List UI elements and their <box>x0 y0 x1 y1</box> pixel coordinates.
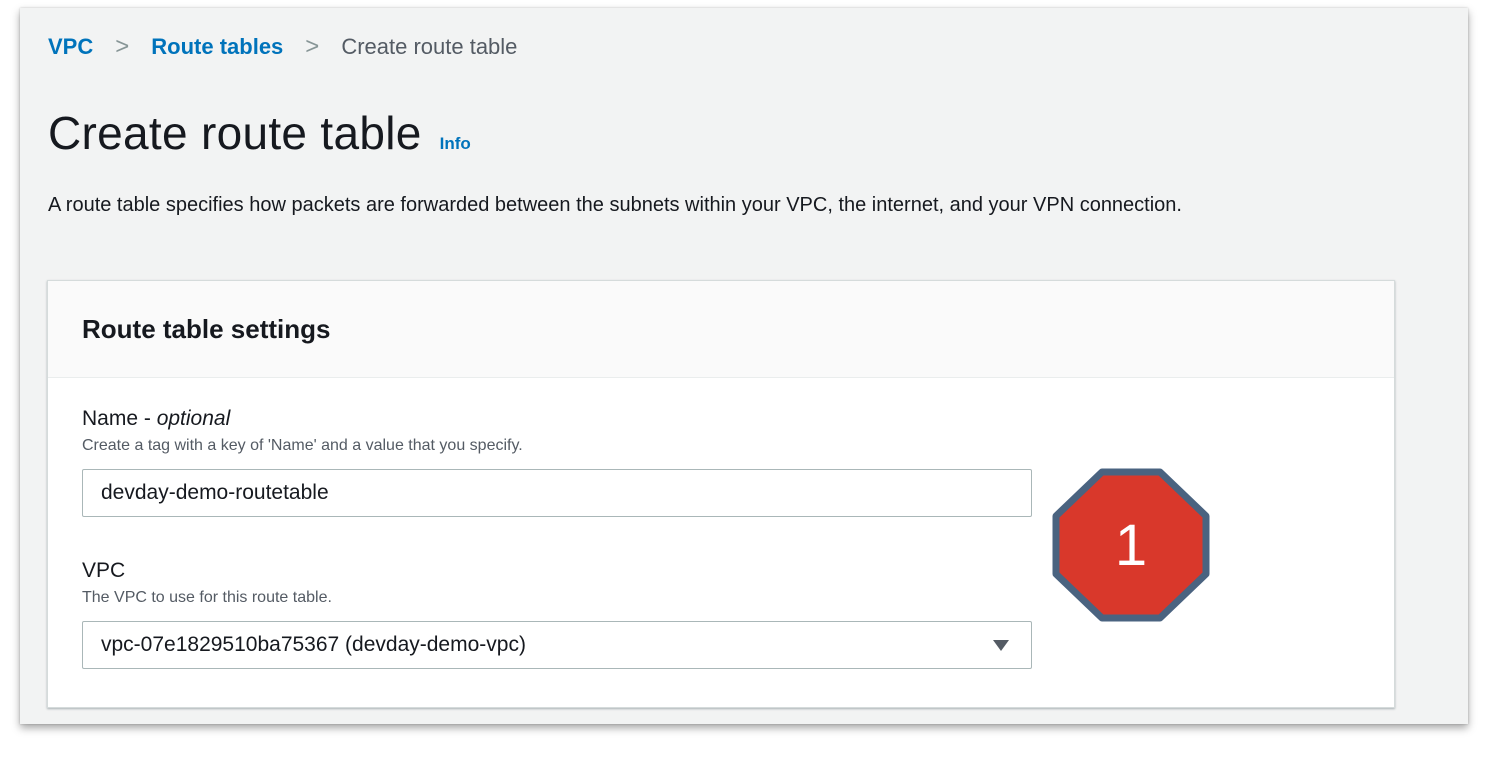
page-header: Create route table Info <box>48 106 471 160</box>
breadcrumb-route-tables-link[interactable]: Route tables <box>151 34 283 60</box>
name-field: Name - optional Create a tag with a key … <box>82 407 1032 517</box>
info-link[interactable]: Info <box>440 134 471 154</box>
name-field-description: Create a tag with a key of 'Name' and a … <box>82 437 523 454</box>
vpc-select-value: vpc-07e1829510ba75367 (devday-demo-vpc) <box>101 633 526 656</box>
page-title: Create route table <box>48 107 422 159</box>
panel-title: Route table settings <box>82 313 331 344</box>
name-field-label: Name - optional <box>82 407 1032 431</box>
step-number-badge: 1 <box>1050 468 1212 622</box>
vpc-select[interactable]: vpc-07e1829510ba75367 (devday-demo-vpc) <box>82 621 1032 669</box>
optional-label: optional <box>156 407 231 430</box>
breadcrumb-vpc-link[interactable]: VPC <box>48 34 93 60</box>
breadcrumb: VPC > Route tables > Create route table <box>48 34 517 60</box>
vpc-field-label: VPC <box>82 559 126 582</box>
page-description: A route table specifies how packets are … <box>48 194 1182 216</box>
vpc-field-description: The VPC to use for this route table. <box>82 589 332 606</box>
chevron-right-icon: > <box>115 33 130 60</box>
console-window: VPC > Route tables > Create route table … <box>20 8 1468 724</box>
caret-down-icon <box>993 639 1009 651</box>
step-number: 1 <box>1114 512 1148 578</box>
panel-header: Route table settings <box>48 281 1394 378</box>
name-input[interactable] <box>82 469 1032 517</box>
chevron-right-icon: > <box>305 33 320 60</box>
name-label-text: Name - <box>82 407 151 430</box>
breadcrumb-current: Create route table <box>341 34 518 59</box>
vpc-field: VPC The VPC to use for this route table.… <box>82 559 1032 669</box>
